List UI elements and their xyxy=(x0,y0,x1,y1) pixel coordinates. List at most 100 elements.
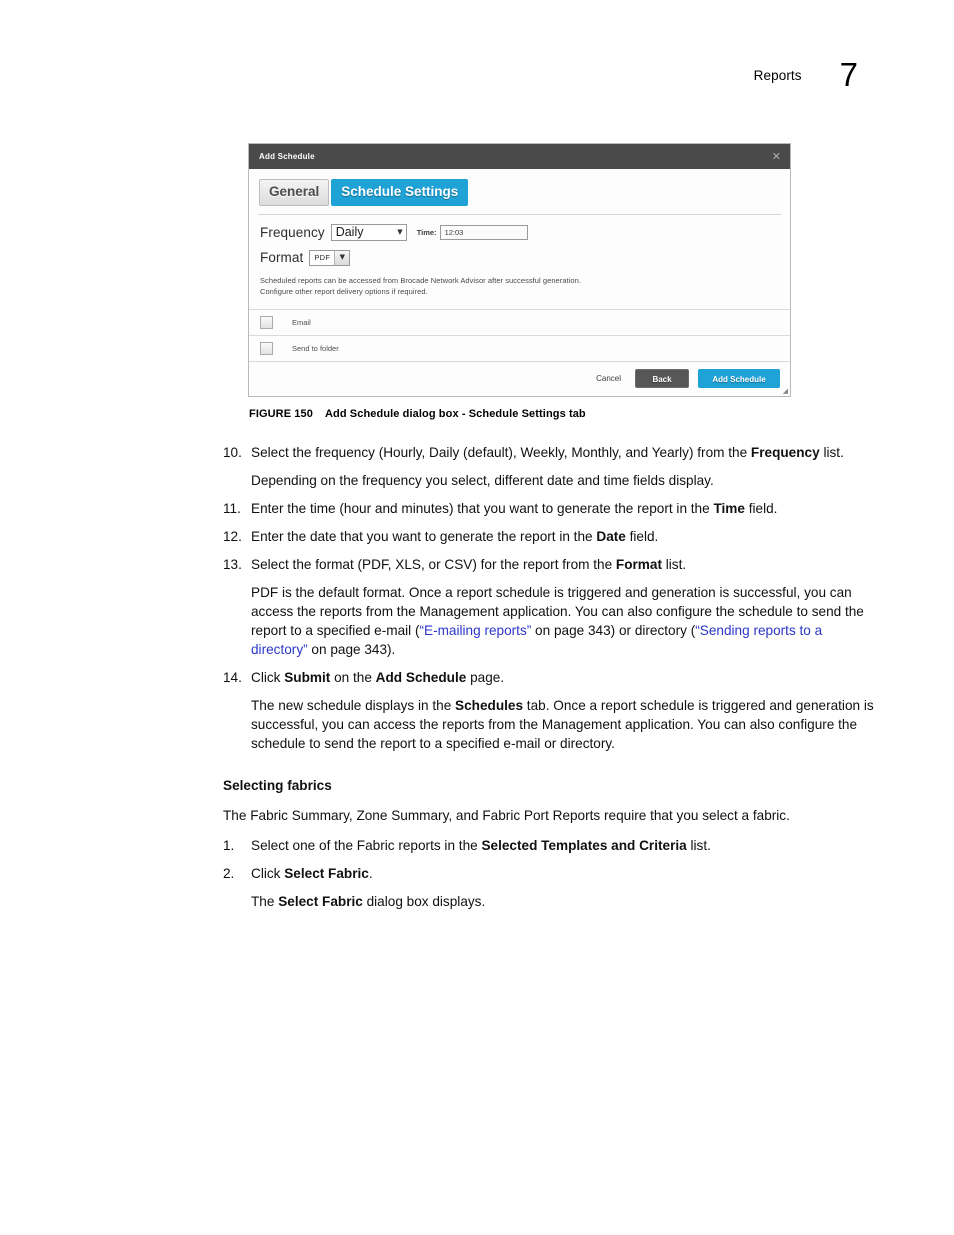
note-emphasis: Select Fabric xyxy=(278,894,363,909)
delivery-option-send-to-folder[interactable]: Send to folder xyxy=(249,334,790,361)
step-text: Click Select Fabric. xyxy=(251,864,875,883)
add-schedule-button[interactable]: Add Schedule xyxy=(698,369,780,389)
time-input[interactable] xyxy=(439,224,528,240)
step-text-b: . xyxy=(368,866,373,881)
step-number: 11. xyxy=(223,501,241,516)
send-to-folder-label: Send to folder xyxy=(292,343,339,353)
step-text-a: Enter the date that you want to generate… xyxy=(251,529,597,544)
step-text-b: field. xyxy=(625,529,659,544)
step-emphasis: Date xyxy=(596,529,626,544)
dialog-tab-bar: General Schedule Settings xyxy=(249,169,790,206)
note-part-b: dialog box displays. xyxy=(362,894,486,909)
send-to-folder-checkbox[interactable] xyxy=(260,341,273,355)
format-row: Format PDF ▼ xyxy=(260,249,779,266)
list-item: 1. Select one of the Fabric reports in t… xyxy=(223,836,875,855)
delivery-note-line-1: Scheduled reports can be accessed from B… xyxy=(260,275,581,285)
close-icon[interactable]: ✕ xyxy=(772,151,781,162)
section-heading: Selecting fabrics xyxy=(223,778,332,793)
step-number: 10. xyxy=(223,445,242,460)
step-text-b: list. xyxy=(819,445,844,460)
tab-general[interactable]: General xyxy=(259,179,330,206)
dialog-button-bar: Cancel Back Add Schedule xyxy=(249,360,790,396)
delivery-note-line-2: Configure other report delivery options … xyxy=(260,287,428,297)
step-number: 13. xyxy=(223,557,242,572)
cross-reference-link-emailing-reports[interactable]: “E-mailing reports” xyxy=(419,623,531,638)
schedule-settings-form: Frequency Daily ▼ Time: Format PDF ▼ xyxy=(249,215,790,309)
format-select[interactable]: PDF ▼ xyxy=(309,249,351,266)
step-text-b: on the xyxy=(330,670,376,685)
back-button[interactable]: Back xyxy=(635,369,689,389)
figure-caption-text: Add Schedule dialog box - Schedule Setti… xyxy=(324,408,586,420)
step-note: The new schedule displays in the Schedul… xyxy=(251,696,875,753)
list-item: 12. Enter the date that you want to gene… xyxy=(223,527,875,546)
list-item: 11. Enter the time (hour and minutes) th… xyxy=(223,499,875,518)
dialog-body: General Schedule Settings Frequency Dail… xyxy=(249,169,790,396)
list-item: 2. Click Select Fabric. xyxy=(223,864,875,883)
dialog-title: Add Schedule xyxy=(259,152,315,161)
add-schedule-dialog: Add Schedule ✕ General Schedule Settings… xyxy=(248,143,791,397)
step-text: Click Submit on the Add Schedule page. xyxy=(251,668,875,687)
note-emphasis: Schedules xyxy=(455,698,524,713)
tab-schedule-settings[interactable]: Schedule Settings xyxy=(331,179,469,206)
step-emphasis-a: Submit xyxy=(284,670,331,685)
step-emphasis: Selected Templates and Criteria xyxy=(481,838,687,853)
step-text-a: Enter the time (hour and minutes) that y… xyxy=(251,501,714,516)
step-text-a: Select the frequency (Hourly, Daily (def… xyxy=(251,445,751,460)
step-text-c: page. xyxy=(466,670,505,685)
step-text: Select the frequency (Hourly, Daily (def… xyxy=(251,443,875,462)
chevron-down-icon: ▼ xyxy=(397,227,403,236)
frequency-select[interactable]: Daily ▼ xyxy=(330,223,407,241)
list-item: 10. Select the frequency (Hourly, Daily … xyxy=(223,443,875,462)
delivery-option-email[interactable]: Email xyxy=(249,308,790,335)
step-text: Select one of the Fabric reports in the … xyxy=(251,836,875,855)
figure-caption: FIGURE 150 Add Schedule dialog box - Sche… xyxy=(249,408,586,420)
header-chapter-label: Reports xyxy=(753,68,802,83)
email-label: Email xyxy=(292,317,311,327)
step-note: PDF is the default format. Once a report… xyxy=(251,583,875,659)
resize-grip-icon[interactable]: ◢ xyxy=(783,387,788,395)
cancel-button[interactable]: Cancel xyxy=(596,374,621,383)
page-running-header: Reports 7 xyxy=(753,52,858,91)
dialog-title-bar: Add Schedule ✕ xyxy=(249,144,790,169)
step-text: Select the format (PDF, XLS, or CSV) for… xyxy=(251,555,875,574)
list-item: 14. Click Submit on the Add Schedule pag… xyxy=(223,668,875,687)
note-part-b: on page 343) or directory ( xyxy=(531,623,696,638)
step-emphasis: Frequency xyxy=(750,445,820,460)
step-note: The Select Fabric dialog box displays. xyxy=(251,892,875,911)
step-note: Depending on the frequency you select, d… xyxy=(251,473,714,488)
step-number: 14. xyxy=(223,670,242,685)
email-checkbox[interactable] xyxy=(260,315,273,329)
page-body: 10. Select the frequency (Hourly, Daily … xyxy=(223,443,875,920)
step-text-a: Select one of the Fabric reports in the xyxy=(251,838,482,853)
note-part-c: on page 343). xyxy=(307,642,396,657)
step-text: Enter the time (hour and minutes) that y… xyxy=(251,499,875,518)
step-text: Enter the date that you want to generate… xyxy=(251,527,875,546)
note-part-a: The new schedule displays in the xyxy=(251,698,456,713)
time-label: Time: xyxy=(416,227,437,237)
note-part-a: The xyxy=(251,894,279,909)
step-text-b: field. xyxy=(744,501,778,516)
list-item: 13. Select the format (PDF, XLS, or CSV)… xyxy=(223,555,875,574)
figure-image: Add Schedule ✕ General Schedule Settings… xyxy=(248,143,791,397)
step-text-b: list. xyxy=(661,557,687,572)
step-emphasis: Format xyxy=(615,557,662,572)
format-label: Format xyxy=(260,250,304,266)
frequency-value: Daily xyxy=(335,225,364,240)
chevron-down-icon: ▼ xyxy=(334,250,350,265)
step-emphasis-b: Add Schedule xyxy=(375,670,467,685)
format-value: PDF xyxy=(314,253,331,263)
step-text-a: Select the format (PDF, XLS, or CSV) for… xyxy=(251,557,616,572)
step-text-a: Click xyxy=(251,670,285,685)
section-intro: The Fabric Summary, Zone Summary, and Fa… xyxy=(223,808,790,823)
step-number: 12. xyxy=(223,529,242,544)
step-text-b: list. xyxy=(686,838,711,853)
step-emphasis: Time xyxy=(713,501,745,516)
frequency-row: Frequency Daily ▼ Time: xyxy=(260,223,779,241)
step-emphasis: Select Fabric xyxy=(284,866,369,881)
figure-number: FIGURE 150 xyxy=(249,408,313,420)
delivery-note: Scheduled reports can be accessed from B… xyxy=(260,275,779,298)
step-number: 2. xyxy=(223,866,235,881)
step-text-a: Click xyxy=(251,866,285,881)
frequency-label: Frequency xyxy=(260,224,325,240)
step-number: 1. xyxy=(223,838,235,853)
